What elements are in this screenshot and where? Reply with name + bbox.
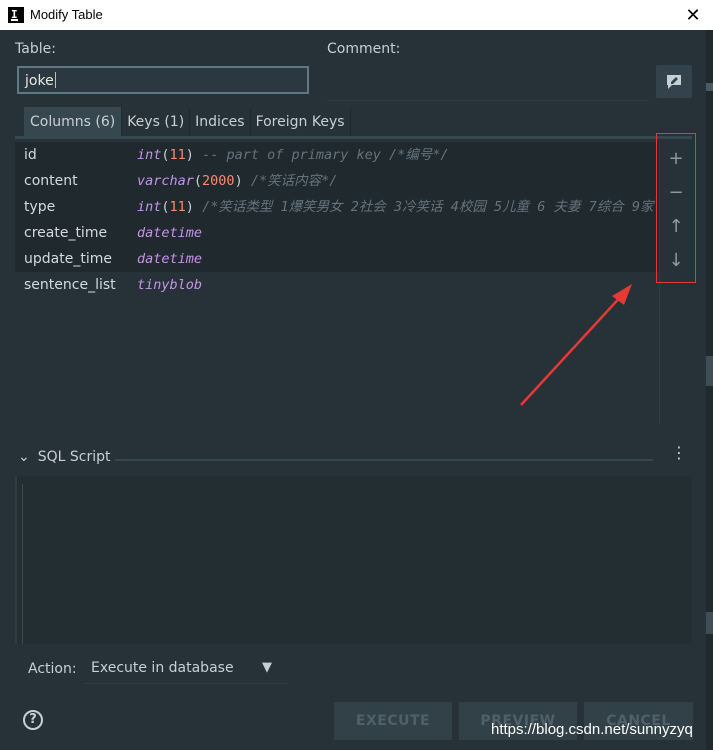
table-name-value: joke — [25, 73, 54, 89]
column-name: create_time — [24, 225, 108, 241]
intellij-app-icon: I — [8, 7, 24, 23]
close-icon[interactable]: ✕ — [683, 5, 703, 25]
column-type: varchar — [137, 173, 194, 189]
column-definition: tinyblob — [137, 272, 202, 298]
column-row[interactable]: sentence_list tinyblob — [15, 272, 659, 298]
column-name: sentence_list — [24, 277, 116, 293]
column-name: id — [24, 147, 37, 163]
column-type: int — [137, 147, 162, 163]
watermark-text: https://blog.csdn.net/sunnyzyq — [491, 721, 693, 738]
sql-script-editor[interactable] — [15, 476, 692, 644]
column-row[interactable]: update_time datetime — [15, 246, 659, 272]
table-name-input[interactable]: joke — [17, 66, 309, 94]
column-definition: int(11) /*笑话类型 1爆笑男女 2社会 3冷笑话 4校园 5儿童 6 … — [137, 199, 654, 215]
column-name: type — [24, 199, 56, 215]
column-size: 11 — [169, 199, 186, 215]
column-comment: /*笑话内容*/ — [250, 173, 338, 189]
sql-script-section-header[interactable]: ⌄ SQL Script — [18, 446, 111, 468]
column-name: update_time — [24, 251, 112, 267]
column-row[interactable]: id int(11) -- part of primary key /*编号*/ — [15, 142, 659, 168]
action-select[interactable]: Execute in database ▼ — [84, 656, 288, 684]
highlight-annotation-box — [656, 133, 696, 283]
tab-keys[interactable]: Keys (1) — [122, 107, 191, 137]
window-edge-gutter — [706, 30, 713, 750]
execute-button[interactable]: EXECUTE — [334, 702, 452, 740]
column-definition: int(11) -- part of primary key /*编号*/ — [137, 147, 449, 163]
more-options-icon[interactable]: ⋮ — [668, 443, 690, 465]
table-label: Table: — [15, 41, 56, 57]
section-divider — [115, 459, 653, 461]
comment-edit-icon — [667, 75, 681, 89]
comment-input[interactable] — [327, 66, 649, 101]
sql-script-title: SQL Script — [37, 449, 111, 465]
help-icon[interactable]: ? — [23, 710, 43, 730]
tab-underline — [15, 136, 692, 139]
column-size: 2000 — [202, 173, 235, 189]
chevron-down-icon: ⌄ — [18, 449, 30, 465]
tab-indices[interactable]: Indices — [190, 107, 251, 137]
column-definition: datetime — [137, 220, 202, 246]
column-definition: varchar(2000) /*笑话内容*/ — [137, 173, 338, 189]
dropdown-triangle-icon: ▼ — [262, 660, 272, 675]
comment-label: Comment: — [327, 41, 401, 57]
column-row[interactable]: create_time datetime — [15, 220, 659, 246]
action-select-value: Execute in database — [91, 660, 234, 676]
column-row[interactable]: content varchar(2000) /*笑话内容*/ — [15, 168, 659, 194]
column-row[interactable]: type int(11) /*笑话类型 1爆笑男女 2社会 3冷笑话 4校园 5儿… — [15, 194, 659, 220]
columns-list: id int(11) -- part of primary key /*编号*/ c… — [15, 142, 660, 424]
column-type: tinyblob — [137, 277, 203, 293]
tab-foreign-keys[interactable]: Foreign Keys — [251, 107, 351, 137]
column-comment: /*笑话类型 1爆笑男女 2社会 3冷笑话 4校园 5儿童 6 夫妻 7综合 9… — [202, 199, 654, 215]
column-type: int — [137, 199, 162, 215]
editor-gutter-line — [22, 484, 23, 644]
column-type: datetime — [137, 251, 203, 267]
column-name: content — [24, 173, 78, 189]
window-title: Modify Table — [30, 7, 103, 22]
edit-comment-button[interactable] — [656, 65, 692, 98]
column-type: datetime — [137, 225, 203, 241]
action-label: Action: — [28, 661, 77, 677]
title-bar: I Modify Table ✕ — [0, 0, 713, 30]
column-definition: datetime — [137, 246, 202, 272]
column-comment: -- part of primary key /*编号*/ — [202, 147, 449, 163]
column-size: 11 — [169, 147, 186, 163]
tab-bar: Columns (6) Keys (1) Indices Foreign Key… — [24, 107, 351, 137]
tab-columns[interactable]: Columns (6) — [24, 107, 123, 137]
